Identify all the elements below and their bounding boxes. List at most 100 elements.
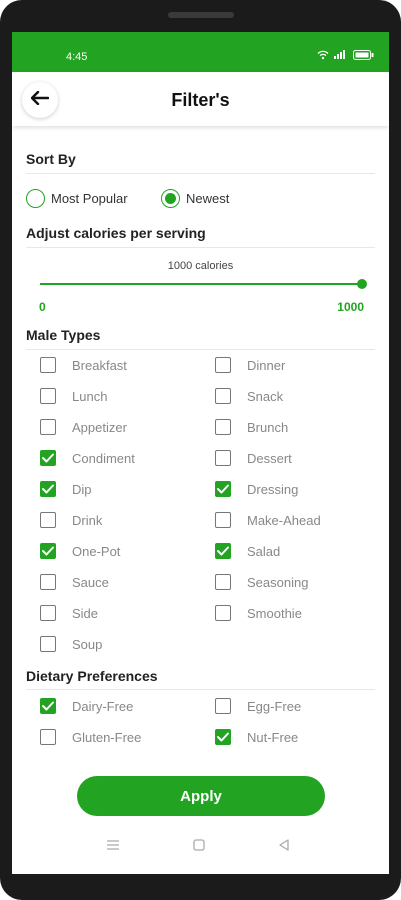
checkbox-checked-icon[interactable] [215,481,231,497]
checkbox-empty-icon[interactable] [215,698,231,714]
checkbox-item[interactable]: Lunch [40,388,107,404]
checkbox-item[interactable]: Dessert [215,450,292,466]
checkbox-label: Make-Ahead [247,512,321,528]
checkbox-empty-icon[interactable] [40,574,56,590]
checkbox-label: Condiment [72,450,135,466]
checkbox-label: Smoothie [247,605,302,621]
checkbox-label: One-Pot [72,543,121,559]
checkbox-item[interactable]: One-Pot [40,543,120,559]
checkbox-label: Soup [72,636,103,652]
calories-value-label: 1000 calories [167,260,234,272]
checkbox-label: Snack [247,388,284,404]
app-header: Filter's [12,72,389,126]
checkbox-item[interactable]: Salad [215,543,280,559]
checkbox-checked-icon[interactable] [40,698,56,714]
checkbox-empty-icon[interactable] [40,388,56,404]
checkbox-item[interactable]: Brunch [215,419,288,435]
phone-frame: 4:45 Filter's Sort By Most Popular Newes… [0,0,401,900]
checkbox-item[interactable]: Condiment [40,450,135,466]
checkbox-empty-icon[interactable] [40,419,56,435]
checkbox-empty-icon[interactable] [215,512,231,528]
checkbox-checked-icon[interactable] [40,450,56,466]
checkbox-item[interactable]: Dip [40,481,92,497]
checkbox-item[interactable]: Soup [40,636,102,652]
checkbox-empty-icon[interactable] [215,388,231,404]
checkbox-label: Egg-Free [247,698,302,714]
apply-button[interactable]: Apply [77,776,325,816]
checkbox-empty-icon[interactable] [215,419,231,435]
checkbox-label: Dairy-Free [72,698,134,714]
checkbox-label: Drink [72,512,103,528]
checkbox-item[interactable]: Appetizer [40,419,127,435]
checkbox-checked-icon[interactable] [215,543,231,559]
checkbox-label: Sauce [72,574,109,590]
sort-by-title: Sort By [26,151,76,167]
checkbox-item[interactable]: Smoothie [215,605,302,621]
signal-icon [333,50,349,60]
calories-title: Adjust calories per serving [26,225,206,241]
radio-newest[interactable]: Newest [161,189,229,208]
checkbox-item[interactable]: Make-Ahead [215,512,321,528]
checkbox-label: Seasoning [247,574,309,590]
checkbox-empty-icon[interactable] [40,636,56,652]
battery-icon [353,50,375,60]
status-icons [317,50,375,60]
page-title: Filter's [171,90,230,110]
meal-types-title: Male Types [26,327,101,343]
checkbox-item[interactable]: Dinner [215,357,285,373]
checkbox-checked-icon[interactable] [40,481,56,497]
checkbox-label: Dessert [247,450,292,466]
checkbox-item[interactable]: Dressing [215,481,298,497]
radio-circle [26,189,45,208]
checkbox-item[interactable]: Drink [40,512,102,528]
checkbox-item[interactable]: Snack [215,388,283,404]
radio-label: Newest [186,191,230,206]
checkbox-label: Dip [72,481,92,497]
checkbox-checked-icon[interactable] [40,543,56,559]
checkbox-empty-icon[interactable] [40,512,56,528]
checkbox-empty-icon[interactable] [40,729,56,745]
checkbox-checked-icon[interactable] [215,729,231,745]
back-triangle-icon[interactable] [278,838,290,856]
calories-slider-track[interactable] [40,283,362,285]
radio-label: Most Popular [51,191,128,206]
checkbox-empty-icon[interactable] [215,357,231,373]
checkbox-item[interactable]: Egg-Free [215,698,301,714]
checkbox-item[interactable]: Seasoning [215,574,308,590]
calories-slider-thumb[interactable] [357,279,367,289]
checkbox-empty-icon[interactable] [215,450,231,466]
dietary-title: Dietary Preferences [26,668,158,684]
divider [26,689,375,690]
checkbox-label: Brunch [247,419,289,435]
slider-max-label: 1000 [337,300,364,314]
checkbox-empty-icon[interactable] [40,357,56,373]
checkbox-label: Appetizer [72,419,127,435]
checkbox-label: Dressing [247,481,299,497]
system-nav-bar [12,832,389,860]
status-bar: 4:45 [12,32,389,72]
checkbox-label: Lunch [72,388,108,404]
speaker-grille [168,12,234,18]
slider-min-label: 0 [39,300,46,314]
checkbox-item[interactable]: Gluten-Free [40,729,141,745]
checkbox-item[interactable]: Sauce [40,574,109,590]
menu-icon[interactable] [106,838,120,856]
checkbox-item[interactable]: Dairy-Free [40,698,133,714]
radio-selected-dot [165,193,176,204]
checkbox-empty-icon[interactable] [215,605,231,621]
checkbox-label: Nut-Free [247,729,299,745]
divider [26,247,375,248]
radio-circle [161,189,180,208]
radio-most-popular[interactable]: Most Popular [26,189,128,208]
checkbox-label: Side [72,605,99,621]
checkbox-empty-icon[interactable] [215,574,231,590]
checkbox-item[interactable]: Side [40,605,98,621]
checkbox-empty-icon[interactable] [40,605,56,621]
checkbox-label: Breakfast [72,357,127,373]
divider [26,173,375,174]
home-square-icon[interactable] [193,838,205,856]
status-time: 4:45 [66,51,88,63]
checkbox-label: Gluten-Free [72,729,142,745]
checkbox-item[interactable]: Nut-Free [215,729,298,745]
checkbox-item[interactable]: Breakfast [40,357,127,373]
